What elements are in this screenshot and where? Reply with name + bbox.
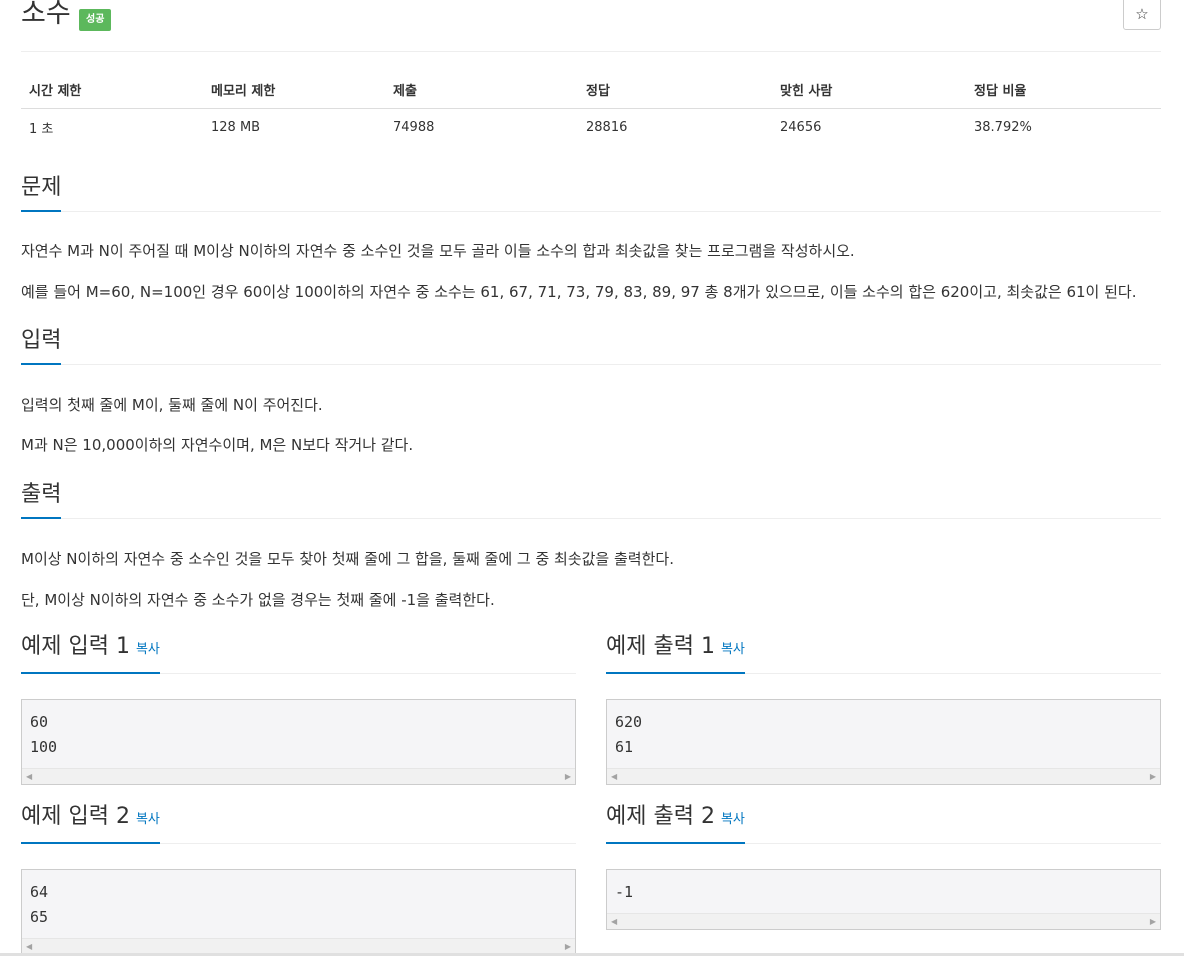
sample-input-1-content: 60 100 [30,713,58,756]
copy-sample-output-1-link[interactable]: 복사 [721,642,745,657]
header-accepted: 정답 [578,72,772,109]
value-memory-limit: 128 MB [211,120,261,135]
header-submissions: 제출 [385,72,578,109]
sample-output-1-header: 예제 출력 1 복사 [606,633,1161,674]
horizontal-scrollbar[interactable]: ◀ ▶ [22,938,575,954]
sample-input-1-title: 예제 입력 1 [21,634,130,659]
scroll-right-icon[interactable]: ▶ [1150,772,1156,782]
sample-output-1-content: 620 61 [615,713,643,756]
header-solved-users: 맞힌 사람 [772,72,966,109]
sample-input-2-box[interactable]: 64 65 ◀ ▶ [21,869,576,955]
copy-sample-input-1-link[interactable]: 복사 [136,642,160,657]
copy-sample-input-2-link[interactable]: 복사 [136,812,160,827]
value-submissions: 74988 [393,120,435,135]
problem-page: 소수 성공 ☆ 시간 제한 메모리 제한 제출 정답 맞힌 사람 정답 비율 1… [21,0,1161,955]
input-paragraph: M과 N은 10,000이하의 자연수이며, M은 N보다 작거나 같다. [21,436,414,454]
sample-input-1-heading: 예제 입력 1 복사 [21,632,160,674]
problem-description-heading: 문제 [21,173,62,212]
sample-output-2-box[interactable]: -1 ◀ ▶ [606,869,1161,930]
scroll-left-icon[interactable]: ◀ [26,772,32,782]
value-solved-users: 24656 [780,120,822,135]
favorite-button[interactable]: ☆ [1123,0,1161,30]
sample-output-2-title: 예제 출력 2 [606,804,715,829]
copy-sample-output-2-link[interactable]: 복사 [721,812,745,827]
problem-info-table: 시간 제한 메모리 제한 제출 정답 맞힌 사람 정답 비율 1 초 128 M… [21,72,1161,146]
scroll-left-icon[interactable]: ◀ [611,917,617,927]
table-header-row: 시간 제한 메모리 제한 제출 정답 맞힌 사람 정답 비율 [21,72,1161,109]
star-icon: ☆ [1135,5,1149,23]
output-paragraph: 단, M이상 N이하의 자연수 중 소수가 없을 경우는 첫째 줄에 -1을 출… [21,591,495,609]
title-row: 소수 성공 ☆ [21,0,1161,52]
value-time-limit: 1 초 [29,122,54,137]
sample-output-2-content: -1 [615,883,634,901]
horizontal-scrollbar[interactable]: ◀ ▶ [607,768,1160,784]
scroll-right-icon[interactable]: ▶ [565,772,571,782]
input-heading: 입력 [21,326,62,365]
horizontal-scrollbar[interactable]: ◀ ▶ [22,768,575,784]
problem-description-header: 문제 [21,171,1161,212]
header-accept-ratio: 정답 비율 [966,72,1161,109]
sample-output-2-header: 예제 출력 2 복사 [606,803,1161,844]
header-memory-limit: 메모리 제한 [203,72,385,109]
sample-input-1-header: 예제 입력 1 복사 [21,633,576,674]
scroll-right-icon[interactable]: ▶ [565,942,571,952]
output-header: 출력 [21,478,1161,519]
input-paragraph: 입력의 첫째 줄에 M이, 둘째 줄에 N이 주어진다. [21,396,323,414]
scroll-left-icon[interactable]: ◀ [611,772,617,782]
sample-output-2-heading: 예제 출력 2 복사 [606,802,745,844]
header-time-limit: 시간 제한 [21,72,203,109]
scroll-right-icon[interactable]: ▶ [1150,917,1156,927]
sample-input-2-header: 예제 입력 2 복사 [21,803,576,844]
page-title: 소수 [21,0,71,29]
problem-description-paragraph: 예를 들어 M=60, N=100인 경우 60이상 100이하의 자연수 중 … [21,283,1137,301]
sample-input-2-title: 예제 입력 2 [21,804,130,829]
output-heading: 출력 [21,480,62,519]
sample-input-1-box[interactable]: 60 100 ◀ ▶ [21,699,576,785]
status-badge: 성공 [79,9,112,31]
sample-input-2-content: 64 65 [30,883,49,926]
sample-output-1-box[interactable]: 620 61 ◀ ▶ [606,699,1161,785]
problem-description-paragraph: 자연수 M과 N이 주어질 때 M이상 N이하의 자연수 중 소수인 것을 모두… [21,242,855,260]
value-accept-ratio: 38.792% [974,120,1032,135]
sample-output-1-heading: 예제 출력 1 복사 [606,632,745,674]
output-paragraph: M이상 N이하의 자연수 중 소수인 것을 모두 찾아 첫째 줄에 그 합을, … [21,550,674,568]
input-header: 입력 [21,324,1161,365]
table-row: 1 초 128 MB 74988 28816 24656 38.792% [21,109,1161,147]
value-accepted: 28816 [586,120,628,135]
sample-output-1-title: 예제 출력 1 [606,634,715,659]
horizontal-scrollbar[interactable]: ◀ ▶ [607,913,1160,929]
scroll-left-icon[interactable]: ◀ [26,942,32,952]
sample-input-2-heading: 예제 입력 2 복사 [21,802,160,844]
